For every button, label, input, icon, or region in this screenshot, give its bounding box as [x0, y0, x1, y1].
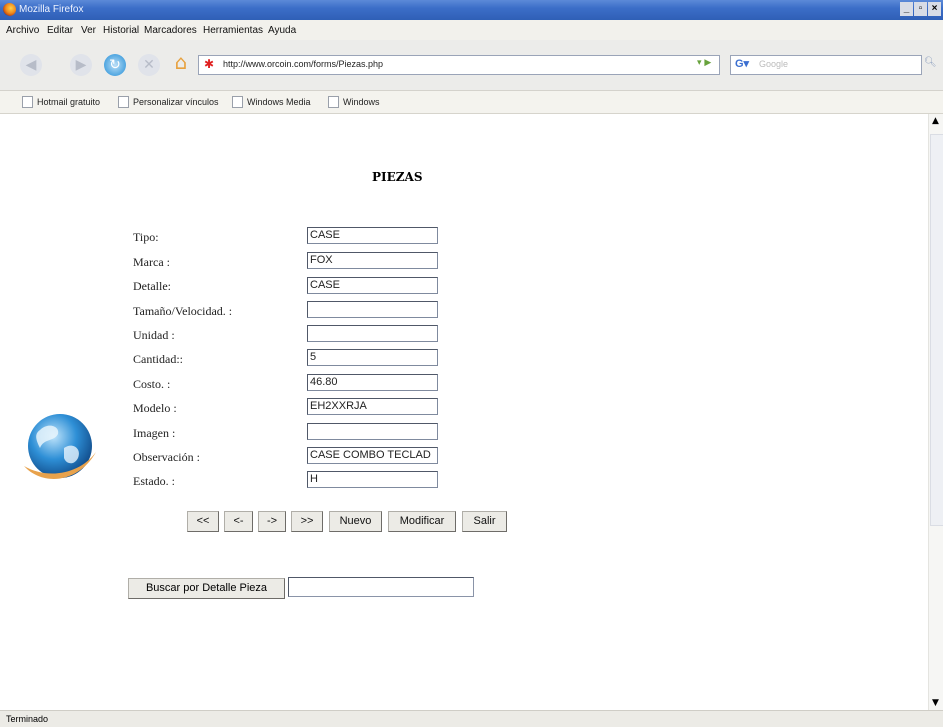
modify-button[interactable]: Modificar	[388, 511, 456, 532]
status-text: Terminado	[6, 714, 49, 724]
search-box[interactable]: G▾ Google	[730, 55, 922, 75]
input-modelo[interactable]: EH2XXRJA	[307, 398, 438, 415]
stop-button[interactable]: ✕	[138, 54, 160, 76]
menu-ayuda[interactable]: Ayuda	[268, 25, 296, 36]
label-costo: Costo. :	[133, 377, 171, 391]
menu-editar[interactable]: Editar	[47, 25, 73, 36]
bookmarks-bar: Hotmail gratuito Personalizar vínculos W…	[0, 91, 943, 114]
last-record-button[interactable]: >>	[291, 511, 323, 532]
bookmark-windows-media[interactable]: Windows Media	[232, 96, 311, 108]
scroll-up-arrow-icon[interactable]: ▲	[932, 116, 939, 126]
new-button[interactable]: Nuevo	[329, 511, 382, 532]
site-icon: ✱	[204, 57, 215, 71]
label-detalle: Detalle:	[133, 279, 171, 293]
search-by-detail-button[interactable]: Buscar por Detalle Pieza	[128, 578, 285, 599]
menu-herramientas[interactable]: Herramientas	[203, 25, 263, 36]
go-button[interactable]: ▾ ▶	[697, 58, 711, 68]
input-tamano-velocidad[interactable]	[307, 301, 438, 318]
page-icon	[328, 96, 339, 108]
label-modelo: Modelo :	[133, 401, 177, 415]
status-bar: Terminado	[0, 710, 943, 727]
label-cantidad: Cantidad::	[133, 352, 183, 366]
previous-record-button[interactable]: <-	[224, 511, 253, 532]
menu-bar: Archivo Editar Ver Historial Marcadores …	[0, 20, 943, 40]
scroll-down-arrow-icon[interactable]: ▼	[932, 698, 939, 708]
page-title: PIEZAS	[372, 170, 423, 184]
scroll-thumb[interactable]	[930, 134, 943, 526]
label-tipo: Tipo:	[133, 230, 159, 244]
menu-archivo[interactable]: Archivo	[6, 25, 39, 36]
menu-ver[interactable]: Ver	[81, 25, 96, 36]
vertical-scrollbar[interactable]: ▲ ▼	[928, 114, 943, 710]
navigation-toolbar: ◀ ▶ ↻ ✕ ⌂ ✱ http://www.orcoin.com/forms/…	[0, 40, 943, 91]
input-cantidad[interactable]: 5	[307, 349, 438, 366]
page-icon	[232, 96, 243, 108]
input-estado[interactable]: H	[307, 471, 438, 488]
input-marca[interactable]: FOX	[307, 252, 438, 269]
input-costo[interactable]: 46.80	[307, 374, 438, 391]
page-icon	[118, 96, 129, 108]
bookmark-label: Windows	[343, 97, 380, 107]
search-detail-input[interactable]	[288, 577, 474, 597]
input-unidad[interactable]	[307, 325, 438, 342]
menu-historial[interactable]: Historial	[103, 25, 139, 36]
exit-button[interactable]: Salir	[462, 511, 507, 532]
next-record-button[interactable]: ->	[258, 511, 286, 532]
close-button[interactable]: ×	[928, 2, 941, 16]
input-detalle[interactable]: CASE	[307, 277, 438, 294]
input-tipo[interactable]: CASE	[307, 227, 438, 244]
url-text: http://www.orcoin.com/forms/Piezas.php	[223, 59, 384, 69]
label-unidad: Unidad :	[133, 328, 175, 342]
bookmark-label: Hotmail gratuito	[37, 97, 101, 107]
bookmark-personalizar[interactable]: Personalizar vínculos	[118, 96, 219, 108]
first-record-button[interactable]: <<	[187, 511, 219, 532]
bookmark-windows[interactable]: Windows	[328, 96, 380, 108]
forward-button[interactable]: ▶	[70, 54, 92, 76]
address-bar[interactable]: ✱ http://www.orcoin.com/forms/Piezas.php	[198, 55, 720, 75]
label-imagen: Imagen :	[133, 426, 176, 440]
window-controls: _ ▫ ×	[900, 2, 941, 16]
page-icon	[22, 96, 33, 108]
menu-marcadores[interactable]: Marcadores	[144, 25, 197, 36]
bookmark-label: Windows Media	[247, 97, 311, 107]
label-marca: Marca :	[133, 255, 170, 269]
google-icon[interactable]: G▾	[735, 57, 749, 71]
search-placeholder: Google	[759, 59, 789, 69]
search-magnifier-icon[interactable]: 🔍︎	[924, 57, 940, 73]
back-button[interactable]: ◀	[20, 54, 42, 76]
maximize-button[interactable]: ▫	[914, 2, 927, 16]
input-observacion[interactable]: CASE COMBO TECLAD	[307, 447, 438, 464]
bookmark-label: Personalizar vínculos	[133, 97, 219, 107]
title-bar: Mozilla Firefox _ ▫ ×	[0, 0, 943, 20]
reload-button[interactable]: ↻	[104, 54, 126, 76]
input-imagen[interactable]	[307, 423, 438, 440]
window-title: Mozilla Firefox	[19, 4, 84, 15]
firefox-icon	[3, 3, 16, 16]
label-observacion: Observación :	[133, 450, 200, 464]
home-button[interactable]: ⌂	[170, 51, 192, 73]
label-estado: Estado. :	[133, 474, 175, 488]
minimize-button[interactable]: _	[900, 2, 913, 16]
globe-logo	[24, 414, 96, 479]
label-tamano-velocidad: Tamaño/Velocidad. :	[133, 304, 233, 318]
bookmark-hotmail[interactable]: Hotmail gratuito	[22, 96, 100, 108]
